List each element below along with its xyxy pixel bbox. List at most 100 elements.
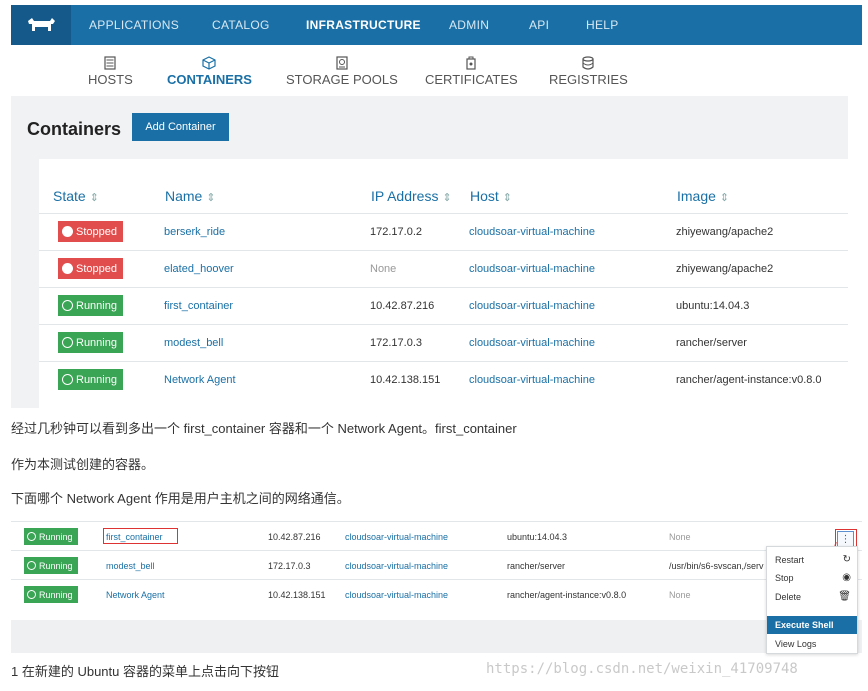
status-badge: Stopped [58,258,123,279]
host-link[interactable]: cloudsoar-virtual-machine [469,263,595,275]
container-name-link[interactable]: modest_bell [106,561,155,571]
menu-item-view-logs[interactable]: View Logs [767,635,857,653]
container-name-link[interactable]: modest_bell [164,337,223,349]
paragraph-2: 作为本测试创建的容器。 [11,457,155,472]
running-icon [62,300,73,311]
refresh-icon: ↻ [842,554,851,565]
ip-address: 10.42.87.216 [268,532,321,542]
image-name: ubuntu:14.04.3 [676,300,750,312]
image-name: zhiyewang/apache2 [676,226,774,238]
header-name[interactable]: Name ⇕ [165,188,216,204]
nav-catalog[interactable]: CATALOG [212,18,270,32]
header-state[interactable]: State ⇕ [53,188,99,204]
host-link[interactable]: cloudsoar-virtual-machine [345,532,448,542]
subnav-containers[interactable]: CONTAINERS [167,56,252,87]
image-name: rancher/server [507,561,566,571]
sort-icon: ⇕ [502,192,513,204]
container-name-link[interactable]: Network Agent [106,590,165,600]
host-link[interactable]: cloudsoar-virtual-machine [345,561,448,571]
host-link[interactable]: cloudsoar-virtual-machine [469,374,595,386]
nav-api[interactable]: API [529,18,549,32]
watermark: https://blog.csdn.net/weixin_41709748 [486,661,798,677]
running-icon [27,561,36,570]
running-icon [62,374,73,385]
header-image[interactable]: Image ⇕ [677,188,729,204]
subnav-registries[interactable]: REGISTRIES [549,56,628,87]
table-row: Stopped berserk_ride 172.17.0.2 cloudsoa… [39,213,848,250]
cube-icon [202,56,217,70]
nav-infrastructure[interactable]: INFRASTRUCTURE [306,18,421,32]
menu-item-restart[interactable]: Restart ↻ [767,551,857,569]
nav-admin[interactable]: ADMIN [449,18,489,32]
table-row: Stopped elated_hoover None cloudsoar-vir… [39,250,848,287]
top-navbar: APPLICATIONS CATALOG INFRASTRUCTURE ADMI… [11,5,862,45]
containers-panel: Containers Add Container State ⇕ Name ⇕ IP… [11,96,848,408]
host-link[interactable]: cloudsoar-virtual-machine [469,226,595,238]
header-ip-address[interactable]: IP Address ⇕ [371,188,452,204]
status-badge: Running [24,557,78,574]
command-text: None [669,532,691,542]
table-row: Running first_container 10.42.87.216 clo… [39,287,848,324]
menu-item-execute-shell[interactable]: Execute Shell [767,616,857,634]
table-footer [11,620,862,653]
menu-item-stop[interactable]: Stop ◉ [767,569,857,587]
ip-address: 10.42.138.151 [268,590,326,600]
status-badge: Running [58,332,123,353]
paragraph-1: 经过几秒钟可以看到多出一个 first_container 容器和一个 Netw… [11,421,517,436]
container-name-link[interactable]: elated_hoover [164,263,234,275]
running-icon [62,337,73,348]
paragraph-3: 下面哪个 Network Agent 作用是用户主机之间的网络通信。 [11,491,350,506]
container-name-link[interactable]: first_container [106,532,163,542]
table-row: Running first_container 10.42.87.216 clo… [11,521,862,550]
table-row: Running Network Agent 10.42.138.151 clou… [11,579,862,608]
host-link[interactable]: cloudsoar-virtual-machine [345,590,448,600]
database-icon [582,56,594,70]
image-name: zhiyewang/apache2 [676,263,774,275]
host-link[interactable]: cloudsoar-virtual-machine [469,300,595,312]
page-title: Containers [27,119,122,139]
rancher-logo[interactable] [11,5,71,45]
ip-address: 10.42.87.216 [370,300,435,312]
add-container-button[interactable]: Add Container [132,113,229,141]
nav-applications[interactable]: APPLICATIONS [89,18,179,32]
subnav-hosts[interactable]: HOSTS [88,56,133,87]
ip-address: 10.42.138.151 [370,374,441,386]
annotated-screenshot: Running first_container 10.42.87.216 clo… [11,519,862,653]
ip-address: None [370,263,397,275]
subnav-storage-pools[interactable]: STORAGE POOLS [286,56,398,87]
table-row: Running modest_bell 172.17.0.3 cloudsoar… [11,550,862,579]
stop-icon: ◉ [842,572,851,583]
containers-table: State ⇕ Name ⇕ IP Address ⇕ Host ⇕ Image ⇕ St… [39,159,848,408]
image-name: rancher/agent-instance:v0.8.0 [676,374,822,386]
status-badge: Running [58,369,123,390]
status-badge: Stopped [58,221,123,242]
sort-icon: ⇕ [206,192,216,204]
sort-icon: ⇕ [89,192,99,204]
stopped-icon [62,226,73,237]
container-name-link[interactable]: berserk_ride [164,226,225,238]
header-host[interactable]: Host ⇕ [470,188,512,204]
container-actions-dropdown: Restart ↻ Stop ◉ Delete 🗑 Execute Shell Vie… [766,546,858,654]
trash-icon: 🗑 [838,591,851,602]
container-name-link[interactable]: first_container [164,300,233,312]
host-link[interactable]: cloudsoar-virtual-machine [469,337,595,349]
command-text: None [669,590,691,600]
ip-address: 172.17.0.3 [370,337,422,349]
nav-help[interactable]: HELP [586,18,619,32]
rancher-cow-icon [28,18,55,31]
status-badge: Running [24,528,78,545]
menu-item-delete[interactable]: Delete 🗑 [767,588,857,606]
server-icon [104,56,116,70]
image-name: rancher/agent-instance:v0.8.0 [507,590,627,600]
status-badge: Running [58,295,123,316]
image-name: ubuntu:14.04.3 [507,532,568,542]
running-icon [27,590,36,599]
stopped-icon [62,263,73,274]
table-row: Running Network Agent 10.42.138.151 clou… [39,361,848,398]
figure-caption: 1 在新建的 Ubuntu 容器的菜单上点击向下按钮 [11,664,279,679]
running-icon [27,532,36,541]
subnav-certificates[interactable]: CERTIFICATES [425,56,518,87]
command-text: /usr/bin/s6-svscan,/serv [669,561,764,571]
certificate-icon [466,56,476,70]
container-name-link[interactable]: Network Agent [164,374,236,386]
